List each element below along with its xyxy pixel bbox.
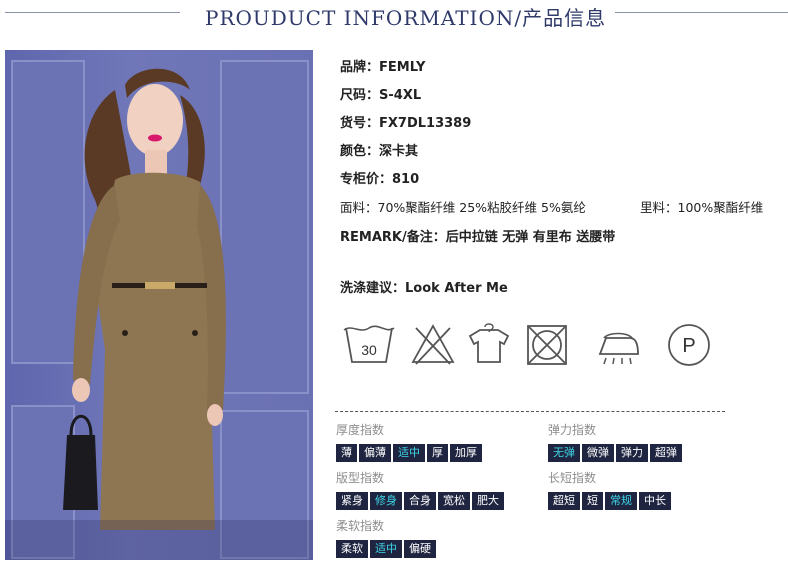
length-index-option: 常规	[605, 492, 637, 510]
fit-index-title: 版型指数	[336, 471, 385, 485]
fit-index-tags: 紧身 修身 合身 宽松 肥大	[336, 492, 506, 510]
header-rule-right	[615, 12, 788, 13]
length-index-tags: 超短短常规 中长	[548, 492, 673, 510]
spec-price: 专柜价：810	[340, 172, 420, 187]
fit-index-option: 紧身	[336, 492, 368, 510]
spec-size: 尺码：S-4XL	[340, 88, 422, 103]
softness-index-option: 适中	[370, 540, 402, 558]
thickness-index-option: 厚	[427, 444, 448, 462]
length-index-title: 长短指数	[548, 471, 597, 485]
spec-wash: 洗涤建议：Look After Me	[340, 281, 508, 296]
spec-brand: 品牌：FEMLY	[340, 60, 426, 75]
softness-index-option: 柔软	[336, 540, 368, 558]
no-tumble-dry-icon	[527, 325, 567, 365]
thickness-index-tags: 薄偏薄 适中厚加厚	[336, 444, 484, 462]
elasticity-index-option: 微弹	[582, 444, 614, 462]
elasticity-index-option: 弹力	[616, 444, 648, 462]
wash-30-icon: 30	[343, 325, 395, 363]
length-index-option: 短	[582, 492, 603, 510]
spec-color: 颜色：深卡其	[340, 144, 419, 159]
thickness-index-option: 加厚	[450, 444, 482, 462]
spec-lining: 里料：100%聚酯纤维	[640, 200, 764, 215]
length-index-option: 超短	[548, 492, 580, 510]
spec-fabric: 面料：70%聚酯纤维 25%粘胶纤维 5%氨纶 里料：100%聚酯纤维	[340, 197, 763, 216]
section-title: PROUDUCT INFORMATION/产品信息	[205, 6, 607, 30]
elasticity-index-option: 超弹	[650, 444, 682, 462]
product-photo	[5, 50, 313, 560]
dry-clean-p-icon: P	[668, 324, 710, 366]
thickness-index-option: 适中	[393, 444, 425, 462]
index-divider	[335, 411, 725, 412]
spec-item-number: 货号：FX7DL13389	[340, 116, 472, 131]
softness-index-tags: 柔软 适中 偏硬	[336, 540, 438, 558]
no-bleach-icon	[411, 324, 455, 365]
thickness-index-option: 薄	[336, 444, 357, 462]
elasticity-index-tags: 无弹 微弹 弹力 超弹	[548, 444, 684, 462]
hang-dry-icon	[468, 323, 510, 363]
fit-index-option: 合身	[404, 492, 436, 510]
care-icons: 30 P	[340, 322, 720, 372]
svg-text:P: P	[682, 335, 695, 357]
fit-index-option: 肥大	[472, 492, 504, 510]
softness-index-title: 柔软指数	[336, 519, 385, 533]
section-header: PROUDUCT INFORMATION/产品信息	[0, 0, 788, 30]
fit-index-option: 宽松	[438, 492, 470, 510]
elasticity-index-title: 弹力指数	[548, 423, 597, 437]
elasticity-index-option: 无弹	[548, 444, 580, 462]
thickness-index-title: 厚度指数	[336, 423, 385, 437]
spec-remark: REMARK/备注：后中拉链 无弹 有里布 送腰带	[340, 230, 616, 245]
length-index-option: 中长	[639, 492, 671, 510]
fit-index-option: 修身	[370, 492, 402, 510]
thickness-index-option: 偏薄	[359, 444, 391, 462]
softness-index-option: 偏硬	[404, 540, 436, 558]
iron-steam-icon	[598, 332, 639, 365]
svg-text:30: 30	[361, 342, 377, 358]
header-rule-left	[5, 12, 180, 13]
